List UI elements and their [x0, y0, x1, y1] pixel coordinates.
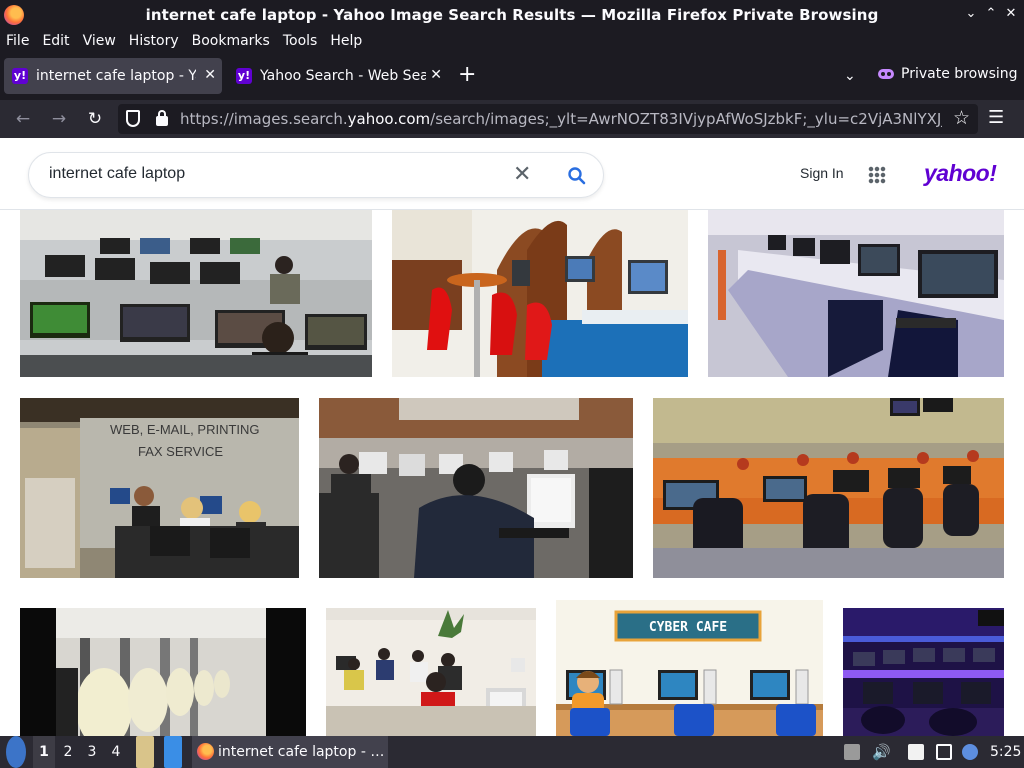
notification-icon[interactable] [962, 744, 978, 760]
image-result-1[interactable] [20, 210, 372, 377]
menu-view[interactable]: View [83, 33, 116, 49]
page-content: ✕ Sign In yahoo! [0, 138, 1024, 736]
terminal-icon[interactable] [164, 736, 182, 768]
menu-help[interactable]: Help [330, 33, 362, 49]
workspace-2[interactable]: 2 [57, 736, 79, 768]
image-thumbnail: WEB, E-MAIL, PRINTING FAX SERVICE [20, 398, 299, 578]
image-result-2[interactable] [392, 210, 688, 377]
display-icon[interactable] [936, 744, 952, 760]
sign-text-line-2: FAX SERVICE [138, 444, 223, 459]
menu-bookmarks[interactable]: Bookmarks [192, 33, 270, 49]
image-thumbnail [392, 210, 688, 377]
firefox-icon [197, 743, 214, 760]
image-thumbnail [653, 398, 1004, 578]
lock-icon[interactable] [156, 110, 168, 126]
url-bar[interactable]: https://images.search.yahoo.com/search/i… [118, 104, 978, 134]
yahoo-header: ✕ Sign In yahoo! [0, 138, 1024, 210]
tab-label: Yahoo Search - Web Search [260, 68, 426, 84]
image-thumbnail [326, 608, 536, 736]
menu-tools[interactable]: Tools [283, 33, 318, 49]
taskbar: 1 2 3 4 internet cafe laptop - … 🔊 5:25 [0, 736, 1024, 768]
image-result-4[interactable]: WEB, E-MAIL, PRINTING FAX SERVICE [20, 398, 299, 578]
clock[interactable]: 5:25 [990, 736, 1021, 768]
image-thumbnail [20, 210, 372, 377]
close-icon[interactable]: ✕ [1002, 5, 1020, 23]
url-domain: yahoo.com [347, 110, 431, 128]
search-icon[interactable] [567, 166, 587, 186]
workspace-3[interactable]: 3 [81, 736, 103, 768]
reload-icon[interactable]: ↻ [84, 108, 106, 130]
forward-arrow-icon[interactable]: → [48, 108, 70, 130]
tab-strip: y! internet cafe laptop - Yahoo Image Se… [0, 52, 1024, 100]
cyber-cafe-sign-text: CYBER CAFE [649, 620, 727, 635]
image-result-3[interactable] [708, 210, 1004, 377]
image-result-8[interactable] [326, 608, 536, 736]
hamburger-menu-icon[interactable]: ☰ [988, 107, 1004, 128]
search-input[interactable] [49, 165, 509, 183]
menu-edit[interactable]: Edit [42, 33, 69, 49]
search-box: ✕ [28, 152, 604, 198]
workspace-4[interactable]: 4 [105, 736, 127, 768]
workspace-1[interactable]: 1 [33, 736, 55, 768]
chevron-down-icon[interactable]: ⌄ [844, 68, 856, 84]
image-thumbnail [319, 398, 633, 578]
upload-icon[interactable] [844, 744, 860, 760]
back-arrow-icon[interactable]: ← [12, 108, 34, 130]
start-menu-icon[interactable] [6, 736, 26, 768]
minimize-icon[interactable]: ⌄ [962, 5, 980, 23]
taskbar-window-label: internet cafe laptop - … [218, 744, 385, 760]
shield-icon[interactable] [126, 110, 140, 127]
image-thumbnail [20, 608, 306, 736]
maximize-icon[interactable]: ⌃ [982, 5, 1000, 23]
yahoo-favicon-icon: y! [12, 68, 28, 84]
new-tab-button[interactable]: + [458, 64, 476, 86]
tab-yahoo-image-search[interactable]: y! internet cafe laptop - Yahoo Image Se… [4, 58, 222, 94]
private-browsing-label: Private browsing [901, 66, 1018, 82]
navigation-toolbar: ← → ↻ https://images.search.yahoo.com/se… [0, 100, 1024, 138]
menu-history[interactable]: History [129, 33, 179, 49]
sign-text-line-1: WEB, E-MAIL, PRINTING [110, 422, 260, 437]
window-title: internet cafe laptop - Yahoo Image Searc… [145, 6, 879, 24]
sign-in-link[interactable]: Sign In [800, 165, 844, 181]
yahoo-favicon-icon: y! [236, 68, 252, 84]
clear-search-icon[interactable]: ✕ [513, 162, 531, 187]
close-tab-icon[interactable]: ✕ [430, 67, 442, 83]
image-result-5[interactable] [319, 398, 633, 578]
image-result-6[interactable] [653, 398, 1004, 578]
yahoo-logo[interactable]: yahoo! [924, 160, 997, 187]
menu-file[interactable]: File [6, 33, 29, 49]
menu-bar: File Edit View History Bookmarks Tools H… [0, 30, 1024, 52]
clipboard-icon[interactable] [908, 744, 924, 760]
image-thumbnail: CYBER CAFE [556, 600, 823, 736]
image-thumbnail [708, 210, 1004, 377]
image-thumbnail [843, 608, 1004, 736]
volume-icon[interactable]: 🔊 [872, 744, 891, 760]
url-text[interactable]: https://images.search.yahoo.com/search/i… [180, 110, 942, 128]
apps-grid-icon[interactable] [868, 166, 886, 184]
window-titlebar: internet cafe laptop - Yahoo Image Searc… [0, 0, 1024, 30]
private-browsing-indicator: Private browsing [878, 66, 1018, 82]
image-result-9[interactable]: CYBER CAFE [556, 600, 823, 736]
bookmark-star-icon[interactable]: ☆ [953, 107, 970, 129]
taskbar-firefox-window[interactable]: internet cafe laptop - … [192, 736, 388, 768]
tab-label: internet cafe laptop - Yahoo Image Searc… [36, 68, 196, 84]
close-tab-icon[interactable]: ✕ [204, 67, 216, 83]
image-result-7[interactable] [20, 608, 306, 736]
image-result-10[interactable] [843, 608, 1004, 736]
tab-yahoo-web-search[interactable]: y! Yahoo Search - Web Search ✕ [228, 58, 448, 94]
file-manager-icon[interactable] [136, 736, 154, 768]
private-mask-icon [878, 69, 894, 79]
